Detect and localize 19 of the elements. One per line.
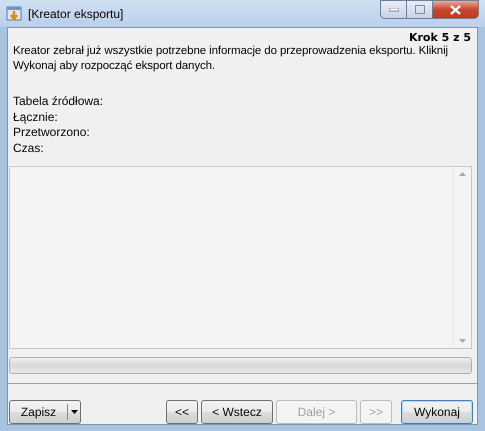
close-button[interactable] xyxy=(433,0,479,19)
field-label: Tabela źródłowa: xyxy=(13,94,104,110)
field-label: Łącznie: xyxy=(13,110,59,125)
minimize-button[interactable] xyxy=(380,0,407,19)
window-title: [Kreator eksportu] xyxy=(28,6,124,20)
minimize-icon xyxy=(388,8,398,12)
step-indicator: Krok 5 z 5 xyxy=(408,31,471,44)
nav-button[interactable]: < Wstecz xyxy=(200,400,273,424)
instruction-text: Kreator zebrał już wszystkie potrzebne informacje do przeprowadzenia eksportu. Kliknij Wykonaj aby rozpocząć eksport danych. xyxy=(13,44,449,74)
field-label: Czas: xyxy=(13,140,45,156)
caret-icon xyxy=(70,410,78,414)
execute-button[interactable]: Wykonaj xyxy=(401,400,473,424)
nav-button[interactable]: << xyxy=(166,400,198,424)
export-window-icon xyxy=(6,6,22,22)
save-split-button[interactable]: Zapisz xyxy=(9,400,81,424)
maximize-button[interactable] xyxy=(407,0,433,19)
field-label: Przetworzono: xyxy=(13,125,91,140)
maximize-icon xyxy=(414,5,424,14)
close-icon xyxy=(450,4,461,14)
